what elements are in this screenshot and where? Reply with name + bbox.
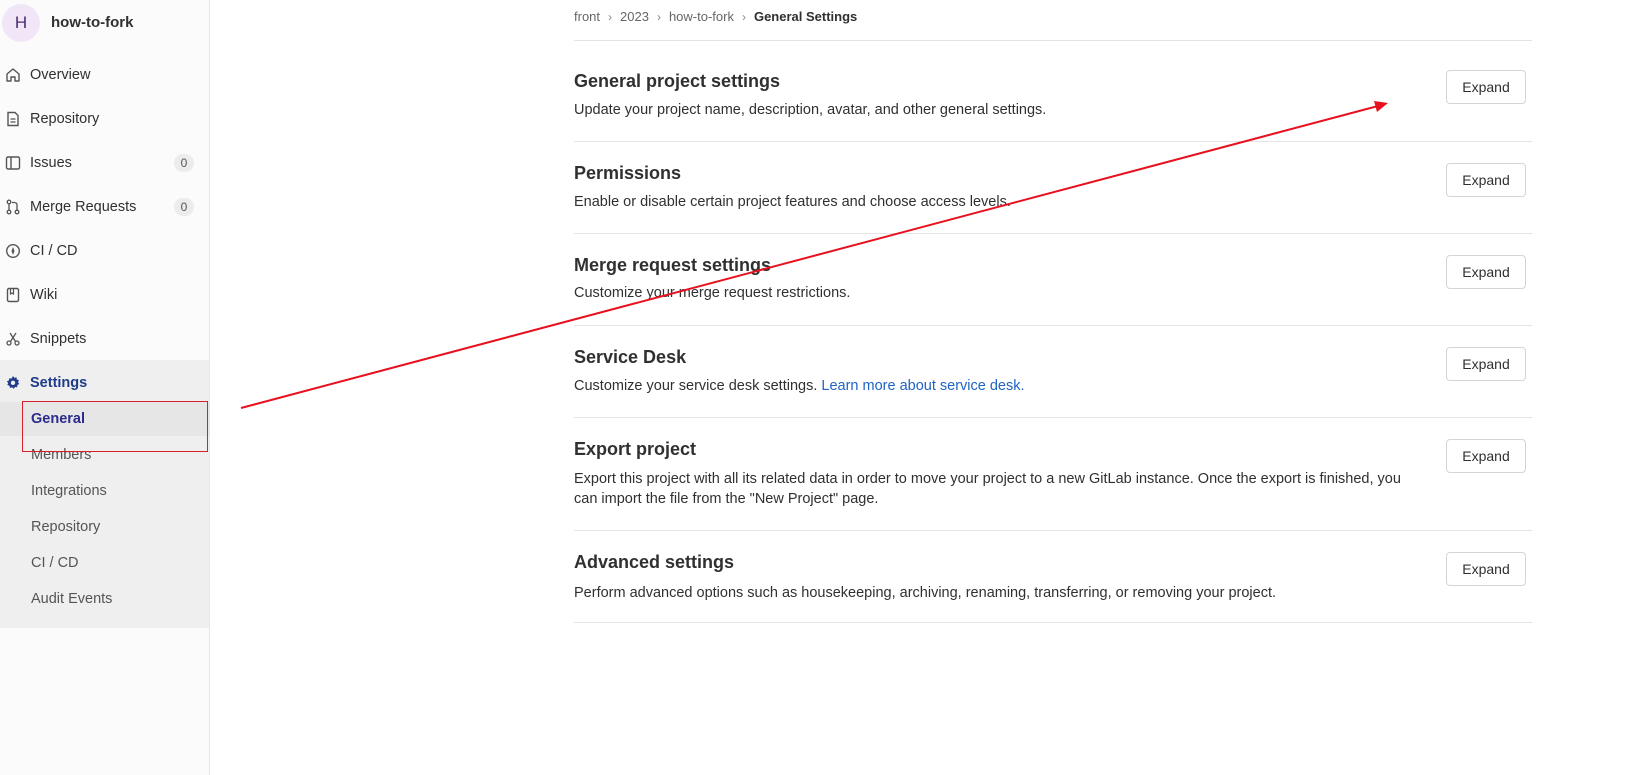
project-avatar[interactable]: H [2,4,40,42]
sidebar-item-settings[interactable]: Settings [0,365,209,401]
settings-sub-integrations[interactable]: Integrations [0,474,209,508]
expand-button[interactable]: Expand [1446,255,1526,289]
sidebar-item-label: Wiki [30,287,58,303]
section-title: Advanced settings [574,552,735,572]
issues-icon [5,156,21,170]
section-merge-request-settings: Merge request settings Customize your me… [574,234,1532,326]
breadcrumb-separator-icon: › [608,9,613,24]
section-description: Enable or disable certain project featur… [574,194,1011,210]
sidebar-item-ci-cd[interactable]: CI / CD [0,233,209,269]
breadcrumb-how-to-fork[interactable]: how-to-fork [669,9,734,24]
home-icon [6,68,20,82]
sidebar-item-issues[interactable]: Issues 0 [0,145,209,181]
learn-more-service-desk-link[interactable]: Learn more about service desk. [821,378,1024,394]
expand-button[interactable]: Expand [1446,439,1526,473]
section-general-project-settings: General project settings Update your pro… [574,41,1532,142]
breadcrumb-separator-icon: › [656,9,661,24]
sidebar-item-label: Settings [30,375,88,391]
sidebar-item-label: Overview [30,67,91,83]
breadcrumb-2023[interactable]: 2023 [620,9,649,24]
section-description: Export this project with all its related… [574,471,1401,507]
gear-icon [6,376,20,389]
expand-button[interactable]: Expand [1446,70,1526,104]
merge-requests-count-badge: 0 [174,198,194,216]
settings-sub-members[interactable]: Members [0,438,209,472]
settings-sub-ci-cd[interactable]: CI / CD [0,546,209,580]
section-description: Customize your service desk settings. Le… [574,376,1414,396]
book-icon [6,287,20,303]
section-title: General project settings [574,71,781,91]
sidebar-item-label: Issues [30,155,72,171]
section-service-desk: Service Desk Customize your service desk… [574,326,1532,418]
sidebar-item-label: Merge Requests [30,199,137,215]
section-description: Customize your merge request restriction… [574,285,851,301]
sidebar-item-repository[interactable]: Repository [0,101,209,137]
settings-group: Settings General Members Integrations Re… [0,360,209,628]
sidebar-item-label: Snippets [30,331,87,347]
document-icon [7,111,19,127]
section-description: Update your project name, description, a… [574,102,1047,118]
sidebar-item-snippets[interactable]: Snippets [0,321,209,357]
settings-sub-label: CI / CD [31,555,79,571]
main-content: front › 2023 › how-to-fork › General Set… [211,0,1638,775]
breadcrumb: front › 2023 › how-to-fork › General Set… [574,9,857,24]
sidebar-item-label: CI / CD [30,243,78,259]
section-title: Permissions [574,163,682,183]
section-description: Perform advanced options such as houseke… [574,585,1277,601]
project-header[interactable]: H how-to-fork [0,0,210,46]
rocket-icon [5,243,21,259]
settings-sub-label: Members [31,447,92,463]
sidebar-item-merge-requests[interactable]: Merge Requests 0 [0,189,209,225]
settings-sub-repository[interactable]: Repository [0,510,209,544]
sidebar-item-wiki[interactable]: Wiki [0,277,209,313]
expand-button[interactable]: Expand [1446,163,1526,197]
expand-button[interactable]: Expand [1446,552,1526,586]
sidebar-item-overview[interactable]: Overview [0,57,209,93]
section-title: Export project [574,439,697,459]
section-title: Merge request settings [574,255,772,275]
breadcrumb-current: General Settings [753,9,858,24]
section-export-project: Export project Export this project with … [574,418,1532,531]
sidebar-item-label: Repository [30,111,100,127]
settings-sub-label: Repository [31,519,101,535]
settings-sub-audit-events[interactable]: Audit Events [0,582,209,616]
project-name[interactable]: how-to-fork [51,14,133,31]
section-advanced-settings: Advanced settings Perform advanced optio… [574,531,1532,623]
settings-sub-label: General [31,411,85,427]
sidebar: H how-to-fork Overview Repository Issues… [0,0,210,775]
section-title: Service Desk [574,347,687,367]
issues-count-badge: 0 [174,154,194,172]
settings-sub-general[interactable]: General [0,402,209,436]
breadcrumb-separator-icon: › [741,9,746,24]
merge-request-icon [6,199,20,215]
breadcrumb-front[interactable]: front [574,9,600,24]
expand-button[interactable]: Expand [1446,347,1526,381]
scissors-icon [6,332,20,346]
settings-sub-label: Audit Events [31,591,113,607]
section-description-text: Customize your service desk settings. [574,378,818,394]
section-permissions: Permissions Enable or disable certain pr… [574,142,1532,234]
settings-sub-label: Integrations [31,483,107,499]
